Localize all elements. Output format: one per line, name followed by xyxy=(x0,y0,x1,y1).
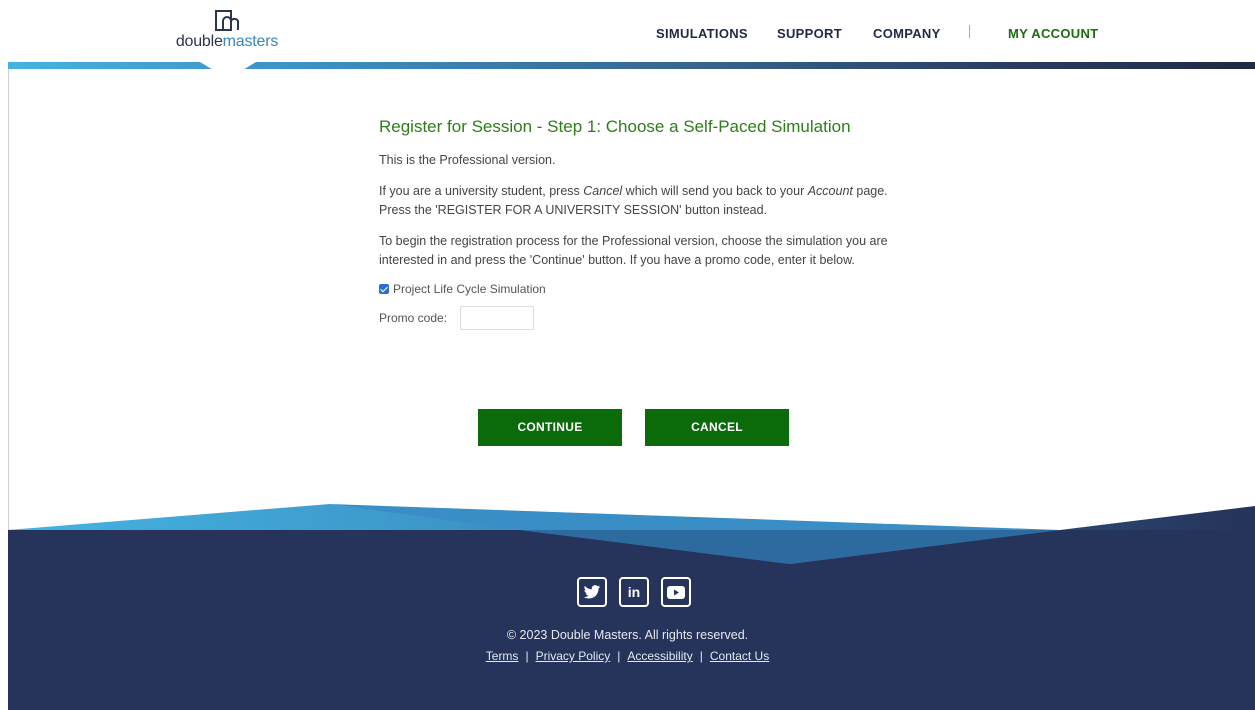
doublemasters-logo[interactable]: doublemasters xyxy=(172,10,282,54)
cancel-button[interactable]: CANCEL xyxy=(645,409,789,446)
accessibility-link[interactable]: Accessibility xyxy=(627,649,692,663)
logo-mark-icon xyxy=(215,10,239,31)
privacy-policy-link[interactable]: Privacy Policy xyxy=(536,649,611,663)
promo-row: Promo code: xyxy=(379,306,899,330)
nav-divider xyxy=(969,25,970,38)
logo-notch xyxy=(200,62,256,79)
simulation-checkbox[interactable] xyxy=(379,284,389,294)
nav-simulations[interactable]: SIMULATIONS xyxy=(656,26,748,41)
instructions: To begin the registration process for th… xyxy=(379,234,888,267)
logo-wordmark: doublemasters xyxy=(175,33,279,50)
student-note: If you are a university student, press C… xyxy=(379,184,888,217)
registration-form: Register for Session - Step 1: Choose a … xyxy=(379,117,899,330)
footer-links: Terms | Privacy Policy | Accessibility | Conta… xyxy=(0,649,1255,663)
nav-support[interactable]: SUPPORT xyxy=(777,26,842,41)
social-links: in xyxy=(577,577,691,607)
simulation-label: Project Life Cycle Simulation xyxy=(393,282,546,296)
page-title: Register for Session - Step 1: Choose a … xyxy=(379,117,851,136)
nav-my-account[interactable]: MY ACCOUNT xyxy=(1008,26,1098,41)
link-separator: | xyxy=(617,649,621,663)
header-gradient-band xyxy=(8,62,1255,69)
link-separator: | xyxy=(699,649,703,663)
linkedin-icon[interactable]: in xyxy=(619,577,649,607)
copyright-text: © 2023 Double Masters. All rights reserv… xyxy=(506,628,749,642)
youtube-icon[interactable] xyxy=(661,577,691,607)
simulation-option[interactable]: Project Life Cycle Simulation xyxy=(379,282,899,296)
twitter-icon[interactable] xyxy=(577,577,607,607)
terms-link[interactable]: Terms xyxy=(486,649,519,663)
link-separator: | xyxy=(525,649,529,663)
version-note: This is the Professional version. xyxy=(379,153,556,167)
nav-company[interactable]: COMPANY xyxy=(873,26,941,41)
contact-us-link[interactable]: Contact Us xyxy=(710,649,769,663)
site-header: doublemasters SIMULATIONS SUPPORT COMPAN… xyxy=(0,0,1255,62)
promo-label: Promo code: xyxy=(379,311,448,325)
promo-code-input[interactable] xyxy=(460,306,535,330)
continue-button[interactable]: CONTINUE xyxy=(478,409,622,446)
